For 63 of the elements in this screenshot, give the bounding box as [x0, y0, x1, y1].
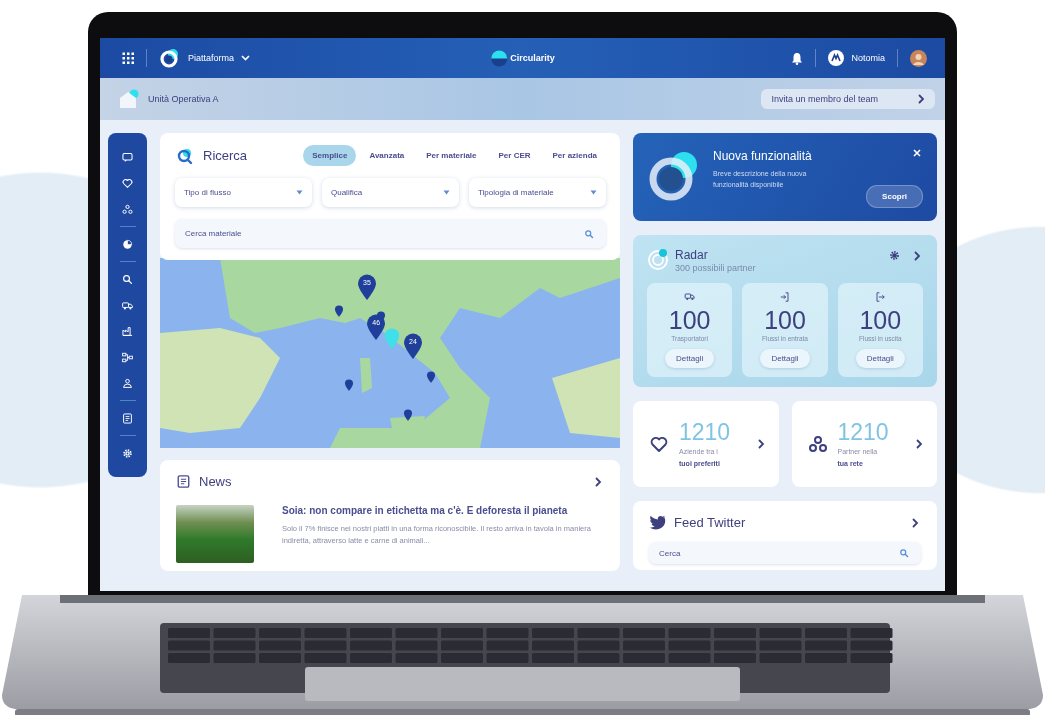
stat-value: 100 — [764, 306, 806, 335]
card-title: News — [199, 474, 232, 489]
counter-value: 1210 — [679, 419, 732, 447]
stat-value: 100 — [859, 306, 902, 335]
house-icon — [118, 89, 140, 109]
search-tab[interactable]: Per azienda — [543, 145, 606, 166]
radar-icon — [647, 248, 669, 270]
chevron-right-icon — [912, 517, 919, 528]
stat-value: 100 — [668, 306, 711, 335]
location-pin-icon[interactable] — [344, 379, 354, 391]
news-icon — [176, 474, 191, 489]
card-title: Feed Twitter — [674, 515, 746, 530]
bird-icon — [649, 515, 666, 530]
app-grid-icon — [122, 52, 134, 64]
organization-logo-icon — [828, 50, 845, 66]
discover-button[interactable]: Scopri — [866, 185, 923, 208]
filter-dropdown[interactable]: Qualifica — [322, 178, 459, 207]
location-pin-icon[interactable] — [403, 409, 413, 422]
unit-name: Unità Operativa A — [148, 94, 219, 104]
location-pin-icon[interactable] — [334, 304, 344, 317]
caret-icon — [590, 190, 597, 195]
news-headline[interactable]: Soia: non compare in etichetta ma c'è. E deforesta il pianeta — [282, 505, 604, 516]
chevron-right-icon — [914, 250, 921, 261]
ring-logo-icon — [159, 47, 181, 69]
counter-value: 1210 — [837, 419, 890, 447]
avatar-icon — [910, 49, 927, 67]
sign-in-icon — [779, 291, 791, 303]
search-tab[interactable]: Avanzata — [360, 145, 414, 166]
search-tab[interactable]: Per materiale — [417, 145, 486, 166]
chevron-right-icon — [916, 439, 923, 449]
bell-icon — [791, 51, 804, 65]
search-icon — [899, 548, 909, 558]
details-button[interactable]: Dettagli — [665, 349, 715, 368]
heart-icon — [649, 434, 669, 454]
caret-icon — [296, 190, 303, 195]
chevron-right-icon — [918, 94, 925, 104]
location-pin-icon[interactable] — [426, 371, 436, 384]
card-title: Radar — [675, 248, 709, 262]
caret-icon — [443, 190, 450, 195]
chevron-right-icon — [757, 439, 765, 449]
card-title: Ricerca — [203, 148, 248, 163]
settings-button[interactable] — [887, 248, 902, 263]
card-subtitle: 300 possibili partner — [675, 263, 756, 273]
filter-dropdown[interactable]: Tipo di flusso — [175, 178, 312, 207]
network-icon — [807, 434, 828, 454]
brand-logo: Circularity — [490, 49, 555, 67]
filter-dropdown[interactable]: Tipologia di materiale — [469, 178, 606, 207]
search-tab[interactable]: Semplice — [303, 145, 357, 166]
sign-out-icon — [874, 291, 887, 303]
organization-menu[interactable]: Notomia — [828, 50, 885, 66]
details-button[interactable]: Dettagli — [855, 349, 905, 368]
details-button[interactable]: Dettagli — [760, 349, 810, 368]
close-button[interactable] — [911, 147, 923, 159]
platform-menu[interactable]: Piattaforma — [159, 47, 251, 69]
search-icon — [584, 228, 594, 239]
caret-icon — [241, 55, 251, 61]
search-tab[interactable]: Per CER — [489, 145, 540, 166]
invite-button[interactable]: Invita un membro del team — [761, 89, 935, 109]
truck-icon — [683, 291, 696, 303]
search-field[interactable]: Cerca — [649, 542, 921, 564]
banner-title: Nuova funzionalità — [713, 149, 813, 163]
search-field[interactable]: Cerca materiale — [175, 219, 606, 248]
chevron-right-icon — [595, 476, 602, 487]
